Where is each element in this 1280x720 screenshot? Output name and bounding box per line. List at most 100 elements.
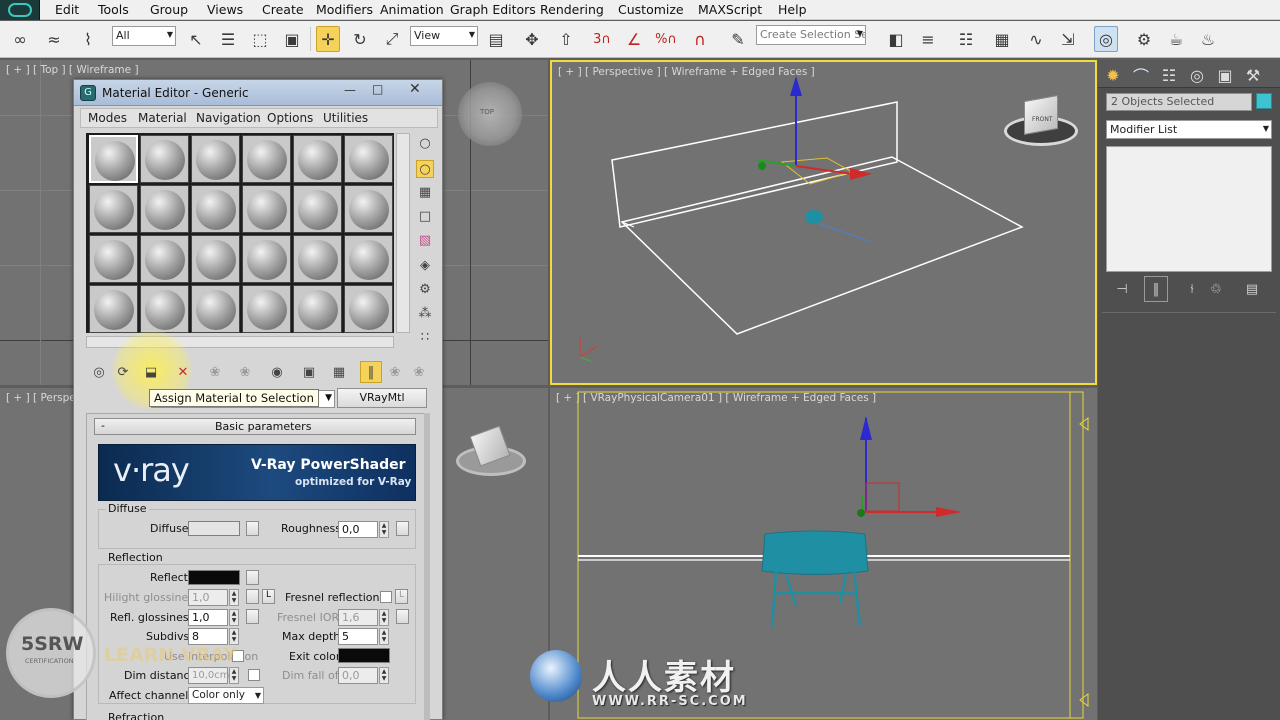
material-sample-slot[interactable] — [293, 185, 342, 233]
material-sample-slot[interactable] — [191, 285, 240, 333]
slots-vertical-scrollbar[interactable] — [396, 133, 410, 333]
menu-create[interactable]: Create — [262, 2, 304, 17]
make-unique-icon[interactable]: ❀ — [234, 361, 256, 383]
utilities-tab-icon[interactable]: ⚒ — [1241, 62, 1265, 88]
affect-channels-dropdown[interactable]: Color only ▼ — [188, 687, 264, 704]
make-preview-icon[interactable]: ◈ — [416, 256, 434, 274]
parameters-scrollbar[interactable] — [424, 413, 430, 720]
menu-rendering[interactable]: Rendering — [540, 2, 604, 17]
minimize-icon[interactable]: — — [344, 83, 356, 97]
mirror-icon[interactable]: ◧ — [884, 26, 908, 52]
basic-parameters-rollout-header[interactable]: - Basic parameters — [94, 418, 416, 435]
create-tab-icon[interactable]: ✹ — [1101, 62, 1125, 88]
show-map-in-viewport-icon[interactable]: ▦ — [328, 361, 350, 383]
reference-coordinate-dropdown[interactable]: View ▼ — [410, 26, 478, 46]
material-sample-slot[interactable] — [140, 185, 189, 233]
close-icon[interactable]: ✕ — [409, 81, 421, 97]
material-type-button[interactable]: VRayMtl — [337, 388, 427, 408]
material-sample-slot[interactable] — [344, 285, 393, 333]
material-sample-slot[interactable] — [344, 135, 393, 183]
selection-filter-dropdown[interactable]: All ▼ — [112, 26, 176, 46]
menu-tools[interactable]: Tools — [98, 2, 129, 17]
max-depth-input[interactable]: 5 — [338, 628, 378, 645]
material-sample-slot[interactable] — [293, 235, 342, 283]
options-icon[interactable]: ⚙ — [416, 280, 434, 298]
menu-maxscript[interactable]: MAXScript — [698, 2, 762, 17]
material-sample-slot[interactable] — [242, 185, 291, 233]
material-navigator-icon[interactable]: ∷ — [416, 328, 434, 346]
menu-group[interactable]: Group — [150, 2, 188, 17]
material-sample-slot[interactable] — [140, 235, 189, 283]
material-sample-slot[interactable] — [344, 185, 393, 233]
hilight-map-button[interactable] — [246, 589, 259, 604]
put-to-scene-icon[interactable]: ⟳ — [112, 361, 134, 383]
hilight-lock-button[interactable]: L — [262, 589, 275, 604]
schematic-view-icon[interactable]: ⇲ — [1056, 26, 1080, 52]
material-sample-slot[interactable] — [89, 185, 138, 233]
object-name-field[interactable]: 2 Objects Selected — [1106, 93, 1252, 111]
menu-help[interactable]: Help — [778, 2, 807, 17]
viewcube-perspective[interactable]: FRONT — [1004, 92, 1078, 148]
get-material-icon[interactable]: ◎ — [88, 361, 110, 383]
diffuse-color-swatch[interactable] — [188, 521, 240, 536]
menu-views[interactable]: Views — [207, 2, 243, 17]
display-tab-icon[interactable]: ▣ — [1213, 62, 1237, 88]
curve-editor-icon[interactable]: ∿ — [1024, 26, 1048, 52]
rendered-frame-window-icon[interactable]: ☕ — [1164, 26, 1188, 52]
remove-modifier-icon[interactable]: ♲ — [1204, 276, 1228, 302]
spinner-snap-icon[interactable]: ∩ — [688, 26, 712, 52]
subdivs-input[interactable]: 8 — [188, 628, 228, 645]
refl-glossiness-map-button[interactable] — [246, 609, 259, 624]
me-menu-navigation[interactable]: Navigation — [196, 111, 261, 125]
me-menu-material[interactable]: Material — [138, 111, 187, 125]
roughness-spinner-arrows[interactable]: ▲ ▼ — [379, 521, 389, 538]
select-and-scale-icon[interactable]: ⤢ — [380, 26, 404, 52]
backlight-icon[interactable]: ○ — [416, 160, 434, 178]
diffuse-map-button[interactable] — [246, 521, 259, 536]
link-icon[interactable]: ∞ — [8, 26, 32, 52]
material-sample-slot[interactable] — [242, 285, 291, 333]
manipulate-icon[interactable]: ✥ — [520, 26, 544, 52]
material-sample-slot[interactable] — [89, 135, 138, 183]
me-menu-options[interactable]: Options — [267, 111, 313, 125]
material-sample-slot[interactable] — [293, 285, 342, 333]
snap-toggle-icon[interactable]: 3 ∩ — [590, 26, 614, 52]
bind-space-warp-icon[interactable]: ⌇ — [76, 26, 100, 52]
select-by-name-icon[interactable]: ☰ — [216, 26, 240, 52]
render-production-icon[interactable]: ♨ — [1196, 26, 1220, 52]
sample-type-icon[interactable]: ○ — [416, 134, 434, 152]
material-editor-titlebar[interactable]: G Material Editor - Generic — □ ✕ — [74, 80, 442, 106]
refl-glossiness-spinner-arrows[interactable]: ▲ ▼ — [229, 609, 239, 626]
dim-distance-checkbox[interactable] — [248, 669, 260, 681]
hierarchy-tab-icon[interactable]: ☷ — [1157, 62, 1181, 88]
fresnel-lock-button[interactable]: L — [395, 589, 408, 604]
roughness-map-button[interactable] — [396, 521, 409, 536]
layer-manager-icon[interactable]: ☷ — [954, 26, 978, 52]
select-and-move-icon[interactable]: ✛ — [316, 26, 340, 52]
modifier-stack-list[interactable] — [1106, 146, 1272, 272]
roughness-spinner-input[interactable]: 0,0 — [338, 521, 378, 538]
configure-modifier-sets-icon[interactable]: ▤ — [1240, 276, 1264, 302]
fresnel-ior-map-button[interactable] — [396, 609, 409, 624]
menu-graph-editors[interactable]: Graph Editors — [450, 2, 536, 17]
dim-falloff-input[interactable]: 0,0 — [338, 667, 378, 684]
fresnel-ior-spinner-arrows[interactable]: ▲ ▼ — [379, 609, 389, 626]
material-sample-slot[interactable] — [89, 235, 138, 283]
modify-tab-icon[interactable]: ⌒ — [1129, 62, 1153, 88]
maximize-icon[interactable]: □ — [372, 82, 383, 96]
material-sample-slot[interactable] — [89, 285, 138, 333]
go-forward-to-sibling-icon[interactable]: ❀ — [408, 361, 430, 383]
menu-modifiers[interactable]: Modifiers — [316, 2, 373, 17]
assign-material-to-selection-icon[interactable]: ⬓ — [140, 361, 162, 383]
material-sample-slot[interactable] — [191, 135, 240, 183]
pin-stack-icon[interactable]: ⊣ — [1110, 276, 1134, 302]
show-end-result-icon[interactable]: ‖ — [360, 361, 382, 383]
dim-distance-spinner-arrows[interactable]: ▲ ▼ — [229, 667, 239, 684]
hilight-glossiness-input[interactable]: 1,0 — [188, 589, 228, 606]
reflect-color-swatch[interactable] — [188, 570, 240, 585]
fresnel-reflections-checkbox[interactable] — [380, 591, 392, 603]
pivot-center-icon[interactable]: ▤ — [484, 26, 508, 52]
fresnel-ior-input[interactable]: 1,6 — [338, 609, 378, 626]
material-sample-slot[interactable] — [344, 235, 393, 283]
viewcube-bottom-left[interactable] — [456, 424, 526, 480]
